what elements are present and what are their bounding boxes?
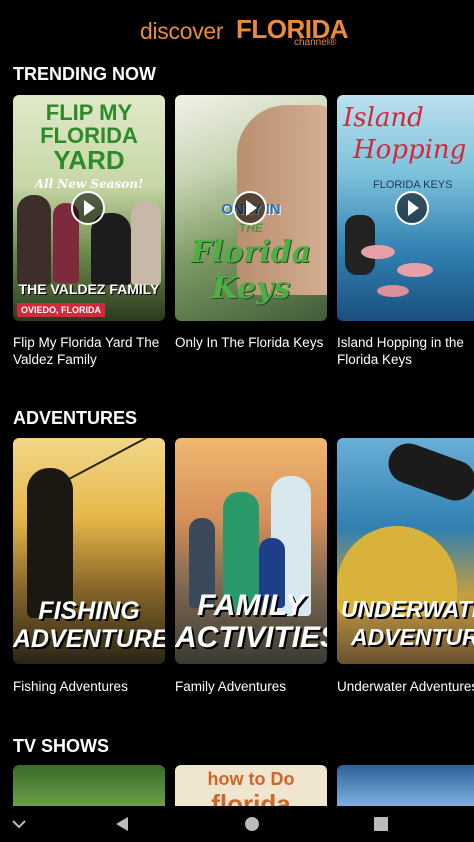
card-art-title-line2: FLORIDA xyxy=(40,123,138,148)
fish-shape xyxy=(397,263,433,277)
tv-show-card[interactable] xyxy=(337,765,474,806)
person-figure xyxy=(91,213,131,285)
card-art-line2: ACTIVITIES xyxy=(175,621,327,654)
card-art-title-line1: Island xyxy=(343,103,424,133)
card-caption[interactable]: Only In The Florida Keys xyxy=(175,334,335,351)
trending-card-island-hopping[interactable]: Island Hopping FLORIDA KEYS xyxy=(337,95,474,321)
play-icon[interactable] xyxy=(71,191,105,225)
card-art-line2: ADVENTURES xyxy=(13,625,165,653)
card-art-location: OVIEDO, FLORIDA xyxy=(17,303,106,317)
card-caption[interactable]: Family Adventures xyxy=(175,678,335,695)
home-circle-icon[interactable] xyxy=(243,815,261,833)
card-caption[interactable]: Island Hopping in the Florida Keys xyxy=(337,334,474,368)
adventure-card-fishing[interactable]: FISHING ADVENTURES xyxy=(13,438,165,664)
person-figure xyxy=(131,201,161,285)
fisherman-figure xyxy=(27,468,73,618)
card-art-title-line2: Hopping xyxy=(353,135,467,165)
recents-square-icon[interactable] xyxy=(372,815,390,833)
back-triangle-icon[interactable] xyxy=(113,815,131,833)
card-caption[interactable]: Fishing Adventures xyxy=(13,678,173,695)
trending-card-flip-my-florida-yard[interactable]: FLIP MY FLORIDA YARD All New Season! THE… xyxy=(13,95,165,321)
trending-card-only-in-florida-keys[interactable]: ONLY IN THE Florida Keys xyxy=(175,95,327,321)
chevron-down-icon[interactable] xyxy=(10,818,28,830)
person-figure xyxy=(17,195,51,285)
card-art-line1: FISHING xyxy=(38,597,140,625)
diver-figure xyxy=(382,438,474,507)
tv-show-card[interactable] xyxy=(13,765,165,806)
card-art-title-line1: FLIP MY xyxy=(45,100,133,125)
fish-shape xyxy=(377,285,409,297)
tv-show-card-how-to-do-florida[interactable]: how to Do florida xyxy=(175,765,327,806)
card-art-title-line3: YARD xyxy=(53,145,125,175)
logo-channel-text: channel® xyxy=(294,37,337,48)
section-title-tv-shows: TV SHOWS xyxy=(13,736,110,756)
fish-shape xyxy=(361,245,395,259)
card-art-subtitle: All New Season! xyxy=(34,177,144,191)
section-title-trending: TRENDING NOW xyxy=(13,64,156,84)
system-nav-bar xyxy=(0,806,474,842)
card-caption[interactable]: Flip My Florida Yard The Valdez Family xyxy=(13,334,173,368)
card-art-line2: ADVENTURES xyxy=(351,624,474,650)
adventure-card-underwater[interactable]: UNDERWATER ADVENTURES xyxy=(337,438,474,664)
section-title-adventures: ADVENTURES xyxy=(13,408,138,428)
brand-logo: discover FLORIDA channel® xyxy=(0,10,474,50)
card-art-subtitle: FLORIDA KEYS xyxy=(373,179,453,191)
card-caption[interactable]: Underwater Adventures xyxy=(337,678,474,695)
play-icon[interactable] xyxy=(233,191,267,225)
fishing-rod xyxy=(68,438,158,480)
card-art-banner: THE VALDEZ FAMILY xyxy=(18,281,160,297)
adventure-card-family[interactable]: FAMILY ACTIVITIES xyxy=(175,438,327,664)
card-art-line2: florida xyxy=(211,789,291,806)
card-art-line1: FAMILY xyxy=(197,589,305,622)
card-art-line1: UNDERWATER xyxy=(341,596,474,622)
card-art-title-line3: Florida xyxy=(190,235,312,270)
card-art-title-line4: Keys xyxy=(211,271,291,306)
card-art-line1: how to Do xyxy=(207,769,295,789)
play-icon[interactable] xyxy=(395,191,429,225)
logo-discover-text: discover xyxy=(140,18,224,44)
